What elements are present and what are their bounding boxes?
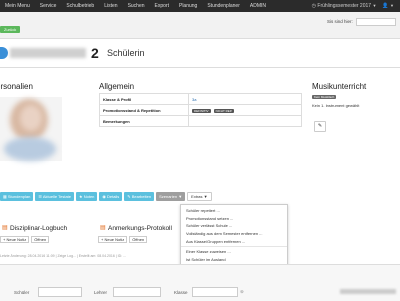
nav-item-mein-menu[interactable]: Mein Menu	[0, 3, 35, 9]
klasse-link[interactable]: 3a	[192, 97, 196, 102]
anmerkung-actions: + Neue Notiz Öffnen	[98, 236, 148, 243]
personalien-heading: ersonalien	[0, 82, 33, 91]
disziplinar-actions: + Neue Notiz Öffnen	[0, 236, 50, 243]
szenarien-label: Szenarien	[159, 194, 178, 199]
nav-item-stundenplaner[interactable]: Stundenplaner	[202, 3, 245, 9]
details-button[interactable]: ◉ Details	[99, 192, 123, 201]
klasse-label: Klasse	[174, 290, 188, 295]
student-name-redacted	[10, 48, 86, 58]
clipboard-icon: ▤	[100, 225, 106, 231]
redacted-text	[340, 289, 396, 294]
back-button[interactable]: Zurück	[0, 26, 21, 33]
clock-icon: ◷	[311, 3, 317, 9]
student-role: Schülerin	[107, 48, 145, 58]
table-row: Klasse & Profil 3a	[99, 93, 302, 105]
nav-item-service[interactable]: Service	[35, 3, 62, 9]
menu-divider	[181, 245, 287, 247]
chevron-down-icon: ▼	[390, 3, 394, 8]
klasse-profil-value: 3a	[188, 93, 302, 105]
klasse-search-input[interactable]	[192, 287, 238, 297]
sis-label: Sis sind hier:	[327, 19, 353, 24]
stundenplan-button[interactable]: ▦ Stundenplan	[0, 192, 34, 201]
musik-badge: Kein Musikfach	[312, 95, 337, 99]
menu-item-promotionsstand[interactable]: Promotionsstand setzen ...	[181, 215, 287, 223]
menu-item-repetiert[interactable]: Schüler repetiert ...	[181, 207, 287, 215]
menu-item-aus-klasse-entfernen[interactable]: Aus Klasse/Gruppen entfernen ...	[181, 237, 287, 245]
anmerkung-heading: Anmerkungs-Protokoll	[108, 225, 172, 232]
clipboard-icon: ▤	[2, 225, 8, 231]
divider	[0, 67, 400, 68]
action-toolbar: ▦ Stundenplan ☰ Aktuelle Testate ★ Noten…	[0, 192, 212, 201]
avatar	[0, 47, 8, 59]
bearbeiten-label: Bearbeiten	[131, 194, 152, 199]
anmerkung-new-note-button[interactable]: + Neue Notiz	[98, 236, 128, 243]
klasse-profil-label: Klasse & Profil	[99, 93, 189, 105]
nav-right: ◷ Frühlingssemester 2017 ▼ 👤 ▼	[312, 3, 400, 9]
status-badge: NICHT REP.	[213, 108, 235, 113]
schueler-label: Schüler	[14, 290, 30, 295]
nav-item-listen[interactable]: Listen	[99, 3, 122, 9]
stundenplan-label: Stundenplan	[7, 194, 31, 199]
bemerkungen-value	[188, 115, 302, 127]
table-row: Promotionsstand & Repetition DEFINITIV N…	[99, 104, 302, 116]
extras-label: Extras	[191, 194, 203, 199]
status-badge: DEFINITIV	[192, 108, 211, 113]
top-navbar: Mein Menu Service Schulbetrieb Listen Su…	[0, 0, 400, 12]
details-label: Details	[107, 194, 120, 199]
disziplinar-heading: Disziplinar-Logbuch	[10, 225, 68, 232]
allgemein-heading: Allgemein	[99, 82, 135, 91]
promotionsstand-value: DEFINITIV NICHT REP.	[188, 104, 302, 116]
breadcrumb-bar	[0, 12, 400, 39]
menu-item-verlaesst-schule[interactable]: Schüler verlässt Schule ...	[181, 222, 287, 230]
semester-selector[interactable]: ◷ Frühlingssemester 2017 ▼	[312, 3, 377, 9]
chevron-down-icon: ▼	[202, 194, 208, 199]
anmerkung-new-note-label: Neue Notiz	[104, 237, 125, 242]
disziplinar-new-note-label: Neue Notiz	[6, 237, 27, 242]
promotionsstand-label: Promotionsstand & Repetition	[99, 104, 189, 116]
disziplinar-open-button[interactable]: Öffnen	[31, 236, 50, 243]
edit-musik-button[interactable]: ✎	[314, 121, 326, 132]
szenarien-button[interactable]: Szenarien ▼	[156, 192, 186, 201]
chevron-down-icon: ▼	[177, 194, 183, 199]
lehrer-search-input[interactable]	[113, 287, 161, 297]
pencil-icon: ✎	[317, 123, 323, 129]
user-menu[interactable]: 👤 ▼	[382, 3, 394, 9]
musik-text: Kein 1. Instrument gewählt	[312, 103, 360, 108]
schueler-search-input[interactable]	[38, 287, 82, 297]
allgemein-table: Klasse & Profil 3a Promotionsstand & Rep…	[99, 93, 302, 127]
user-icon: 👤	[382, 3, 389, 9]
nav-item-admin[interactable]: ADMIN	[245, 3, 271, 9]
clear-icon[interactable]: ⊗	[240, 289, 244, 295]
chevron-down-icon: ▼	[372, 3, 377, 8]
table-row: Bemerkungen	[99, 115, 302, 127]
footer-info: Letzte Änderung: 28.04.2016 11:09 | Zeig…	[0, 254, 127, 258]
sis-location-field	[356, 18, 396, 26]
bemerkungen-label: Bemerkungen	[99, 115, 189, 127]
musik-heading: Musikunterricht	[312, 82, 367, 91]
lehrer-label: Lehrer	[94, 290, 108, 295]
nav-item-suchen[interactable]: Suchen	[123, 3, 150, 9]
aktuelle-testate-label: Aktuelle Testate	[42, 194, 72, 199]
aktuelle-testate-button[interactable]: ☰ Aktuelle Testate	[35, 192, 75, 201]
semester-label: Frühlingssemester 2017	[317, 3, 372, 9]
nav-item-export[interactable]: Export	[150, 3, 174, 9]
nav-item-planung[interactable]: Planung	[174, 3, 202, 9]
disziplinar-new-note-button[interactable]: + Neue Notiz	[0, 236, 30, 243]
noten-button[interactable]: ★ Noten	[76, 192, 98, 201]
extras-button[interactable]: Extras ▼	[187, 192, 212, 201]
anmerkung-open-button[interactable]: Öffnen	[129, 236, 148, 243]
student-number: 2	[91, 45, 99, 61]
noten-label: Noten	[83, 194, 95, 199]
bearbeiten-button[interactable]: ✎ Bearbeiten	[124, 192, 155, 201]
student-photo	[0, 97, 62, 161]
nav-item-schulbetrieb[interactable]: Schulbetrieb	[61, 3, 99, 9]
menu-item-aus-semester-entfernen[interactable]: Vollständig aus dem Semester entfernen .…	[181, 230, 287, 238]
